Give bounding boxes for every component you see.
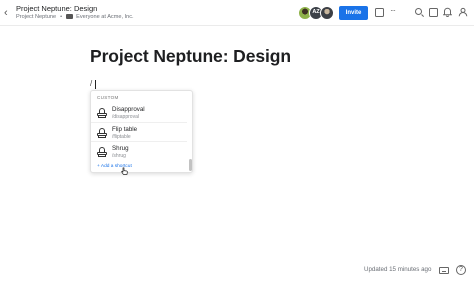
shortcut-item-disapproval[interactable]: Disapproval /disapproval bbox=[91, 103, 187, 122]
checklist-icon[interactable] bbox=[429, 8, 438, 17]
updated-status: Updated 15 minutes ago bbox=[364, 266, 432, 273]
pointer-cursor-icon bbox=[121, 167, 128, 175]
doc-title: Project Neptune: Design bbox=[16, 4, 98, 13]
breadcrumb-separator: • bbox=[60, 14, 63, 20]
user-icon[interactable] bbox=[458, 7, 468, 17]
shortcut-menu: CUSTOM Disapproval /disapproval Flip tab… bbox=[90, 90, 193, 173]
shortcut-item-flip-table[interactable]: Flip table /fliptable bbox=[91, 122, 187, 141]
more-options-icon[interactable]: ··· bbox=[388, 6, 397, 15]
bell-shortcut-icon bbox=[97, 107, 107, 118]
comment-icon[interactable] bbox=[375, 8, 384, 17]
bell-shortcut-icon bbox=[97, 146, 107, 157]
shortcut-item-shrug[interactable]: Shrug /shrug bbox=[91, 141, 187, 160]
bell-shortcut-icon bbox=[97, 127, 107, 138]
search-icon[interactable] bbox=[415, 8, 422, 15]
help-icon[interactable]: ? bbox=[456, 265, 466, 275]
folder-icon bbox=[66, 14, 74, 19]
section-label: CUSTOM bbox=[97, 95, 119, 100]
shortcut-command: /disapproval bbox=[112, 114, 139, 120]
menu-scrollbar[interactable] bbox=[189, 159, 192, 171]
invite-button[interactable]: Invite bbox=[339, 6, 368, 20]
avatar[interactable] bbox=[320, 6, 334, 20]
shortcut-name: Disapproval bbox=[112, 106, 145, 113]
shortcut-name: Shrug bbox=[112, 145, 129, 152]
shortcut-name: Flip table bbox=[112, 126, 138, 133]
breadcrumb: Project Neptune • Everyone at Acme, Inc. bbox=[16, 14, 134, 20]
keyboard-icon[interactable] bbox=[439, 267, 449, 274]
bell-icon[interactable] bbox=[443, 7, 452, 17]
typed-slash-command[interactable]: / bbox=[90, 79, 92, 88]
top-bar: ‹ Project Neptune: Design Project Neptun… bbox=[0, 0, 474, 26]
breadcrumb-folder[interactable]: Everyone at Acme, Inc. bbox=[76, 14, 134, 20]
page-title[interactable]: Project Neptune: Design bbox=[90, 46, 291, 67]
text-cursor bbox=[95, 80, 96, 89]
chevron-left-icon[interactable]: ‹ bbox=[4, 7, 14, 19]
shortcut-command: /shrug bbox=[112, 153, 126, 159]
breadcrumb-project[interactable]: Project Neptune bbox=[16, 14, 56, 20]
shortcut-command: /fliptable bbox=[112, 134, 131, 140]
